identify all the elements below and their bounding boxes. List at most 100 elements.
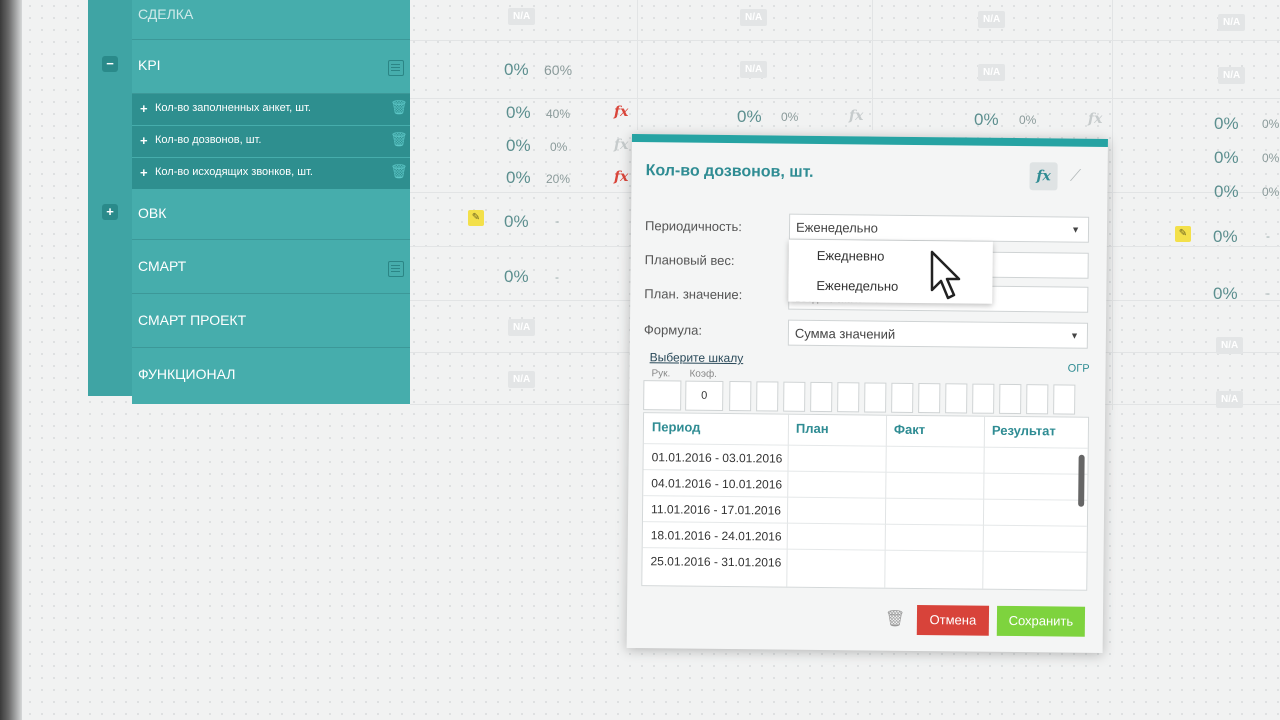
sidebar-row-functional[interactable]: ФУНКЦИОНАЛ — [132, 348, 410, 404]
save-button[interactable]: Сохранить — [996, 605, 1086, 637]
formula-icon[interactable]: fx — [614, 137, 628, 153]
grid-line — [1112, 0, 1113, 410]
mouse-cursor-icon — [930, 250, 961, 300]
scale-field[interactable] — [999, 383, 1022, 415]
scale-field[interactable] — [783, 381, 806, 412]
grid-line — [872, 0, 873, 130]
sidebar-subrow-label: Кол-во исходящих звонков, шт. — [155, 166, 313, 178]
ovk-percent: 0% — [504, 212, 529, 231]
scale-field[interactable] — [810, 381, 833, 413]
smart-percent: 0% — [504, 267, 529, 286]
sidebar-row-smart-project[interactable]: СМАРТ ПРОЕКТ — [132, 294, 410, 348]
table-scrollbar[interactable] — [1078, 454, 1085, 507]
plus-icon[interactable]: + — [140, 101, 148, 116]
formula-select[interactable]: Сумма значений ▼ — [787, 319, 1089, 349]
kpi-sidebar: СДЕЛКА − KPI + Кол-во заполненных анкет,… — [88, 0, 410, 404]
sidebar-row-label: СДЕЛКА — [138, 6, 194, 22]
formula-icon[interactable]: fx — [849, 108, 863, 124]
formula-icon[interactable]: fx — [614, 104, 628, 120]
periodicity-select[interactable]: Еженедельно ▼ — [788, 213, 1090, 243]
plus-icon[interactable]: + — [140, 165, 148, 180]
subrow-weight: 40% — [546, 107, 571, 121]
period-table: Период План Факт Результат 01.01.2016 - … — [641, 412, 1090, 591]
subrow-weight: 0% — [781, 110, 799, 124]
collapse-kpi-button[interactable]: − — [102, 56, 118, 72]
scale-field[interactable] — [918, 383, 941, 414]
trash-icon[interactable]: 🗑 — [885, 609, 905, 628]
scale-field[interactable] — [945, 383, 968, 414]
plan-value-label: План. значение: — [644, 286, 743, 303]
formula-value: Сумма значений — [794, 325, 896, 342]
formula-tool-button[interactable]: fx — [1029, 162, 1058, 191]
period-cell: 11.01.2016 - 17.01.2016 — [650, 502, 782, 518]
sidebar-subrow[interactable]: + Кол-во дозвонов, шт. 🗑 — [132, 126, 410, 158]
periodicity-value: Еженедельно — [795, 219, 878, 236]
list-icon[interactable] — [388, 261, 404, 277]
na-badge: N/A — [1218, 67, 1246, 84]
list-icon[interactable] — [388, 60, 404, 76]
subrow-percent: 0% — [1214, 114, 1239, 133]
na-badge: N/A — [508, 8, 536, 25]
na-badge: N/A — [1216, 337, 1244, 354]
empty-value: - — [555, 270, 559, 284]
trash-icon[interactable]: 🗑 — [390, 163, 408, 179]
dropdown-option-weekly[interactable]: Еженедельно — [816, 278, 898, 294]
choose-scale-link[interactable]: Выберите шкалу — [650, 350, 744, 365]
scale-field[interactable] — [837, 382, 860, 413]
dropdown-option-daily[interactable]: Ежедневно — [817, 248, 885, 264]
sidebar-row-sdelka[interactable]: СДЕЛКА — [132, 0, 410, 40]
koef-label: Коэф. — [689, 368, 718, 380]
ogr-label: ОГР — [1067, 362, 1090, 375]
scale-field[interactable] — [972, 383, 995, 414]
sidebar-row-kpi[interactable]: KPI — [132, 40, 410, 94]
scale-field[interactable] — [756, 381, 779, 412]
column-header-result: Результат — [991, 422, 1056, 439]
sidebar-subrow[interactable]: + Кол-во заполненных анкет, шт. 🗑 — [132, 94, 410, 126]
subrow-percent: 0% — [1214, 148, 1239, 167]
scale-ruk-field[interactable] — [643, 380, 682, 411]
cancel-button[interactable]: Отмена — [916, 605, 990, 636]
subrow-percent: 0% — [974, 110, 999, 129]
table-row[interactable]: 25.01.2016 - 31.01.2016 — [642, 547, 1087, 579]
scale-koef-value: 0 — [701, 389, 708, 402]
trash-icon[interactable]: 🗑 — [390, 99, 408, 115]
subrow-weight: 0% — [1019, 113, 1037, 127]
trash-icon[interactable]: 🗑 — [390, 131, 408, 147]
sidebar-row-label: KPI — [138, 57, 161, 73]
fx-icon: fx — [1036, 168, 1051, 185]
pencil-icon[interactable]: ✎ — [1175, 226, 1191, 242]
plus-icon[interactable]: + — [140, 133, 148, 148]
na-badge: N/A — [740, 9, 768, 26]
grid-line — [410, 98, 1280, 99]
sidebar-row-ovk[interactable]: ОВК — [132, 190, 410, 240]
subrow-percent: 0% — [506, 136, 531, 155]
kpi-edit-dialog: Кол-во дозвонов, шт. fx ⟋ Периодичность:… — [626, 134, 1108, 653]
period-cell: 25.01.2016 - 31.01.2016 — [650, 554, 782, 570]
subrow-weight: 0% — [1262, 117, 1280, 131]
ovk-percent: 0% — [1213, 227, 1238, 246]
scale-field[interactable] — [1053, 384, 1076, 415]
chart-tool-button[interactable]: ⟋ — [1061, 163, 1089, 191]
column-header-fact: Факт — [893, 421, 926, 438]
subrow-percent: 0% — [506, 168, 531, 187]
formula-icon[interactable]: fx — [614, 169, 628, 185]
pencil-icon[interactable]: ✎ — [468, 210, 484, 226]
empty-value: - — [555, 214, 559, 228]
scale-field[interactable] — [891, 382, 914, 413]
kpi-weight: 60% — [544, 62, 573, 78]
scale-field[interactable] — [864, 382, 887, 413]
sidebar-row-label: ОВК — [138, 205, 167, 221]
subrow-weight: 0% — [550, 140, 568, 154]
scale-koef-field[interactable]: 0 — [685, 380, 724, 411]
sidebar-subrow[interactable]: + Кол-во исходящих звонков, шт. 🗑 — [132, 158, 410, 190]
subrow-weight: 0% — [1262, 185, 1280, 199]
na-badge: N/A — [740, 61, 768, 78]
sidebar-row-smart[interactable]: СМАРТ — [132, 240, 410, 294]
na-badge: N/A — [978, 11, 1006, 28]
scale-field[interactable] — [1026, 384, 1049, 415]
formula-icon[interactable]: fx — [1088, 111, 1102, 127]
subrow-weight: 0% — [1262, 151, 1280, 165]
column-header-plan: План — [795, 420, 829, 437]
scale-field[interactable] — [729, 381, 752, 412]
expand-ovk-button[interactable]: + — [102, 204, 118, 220]
